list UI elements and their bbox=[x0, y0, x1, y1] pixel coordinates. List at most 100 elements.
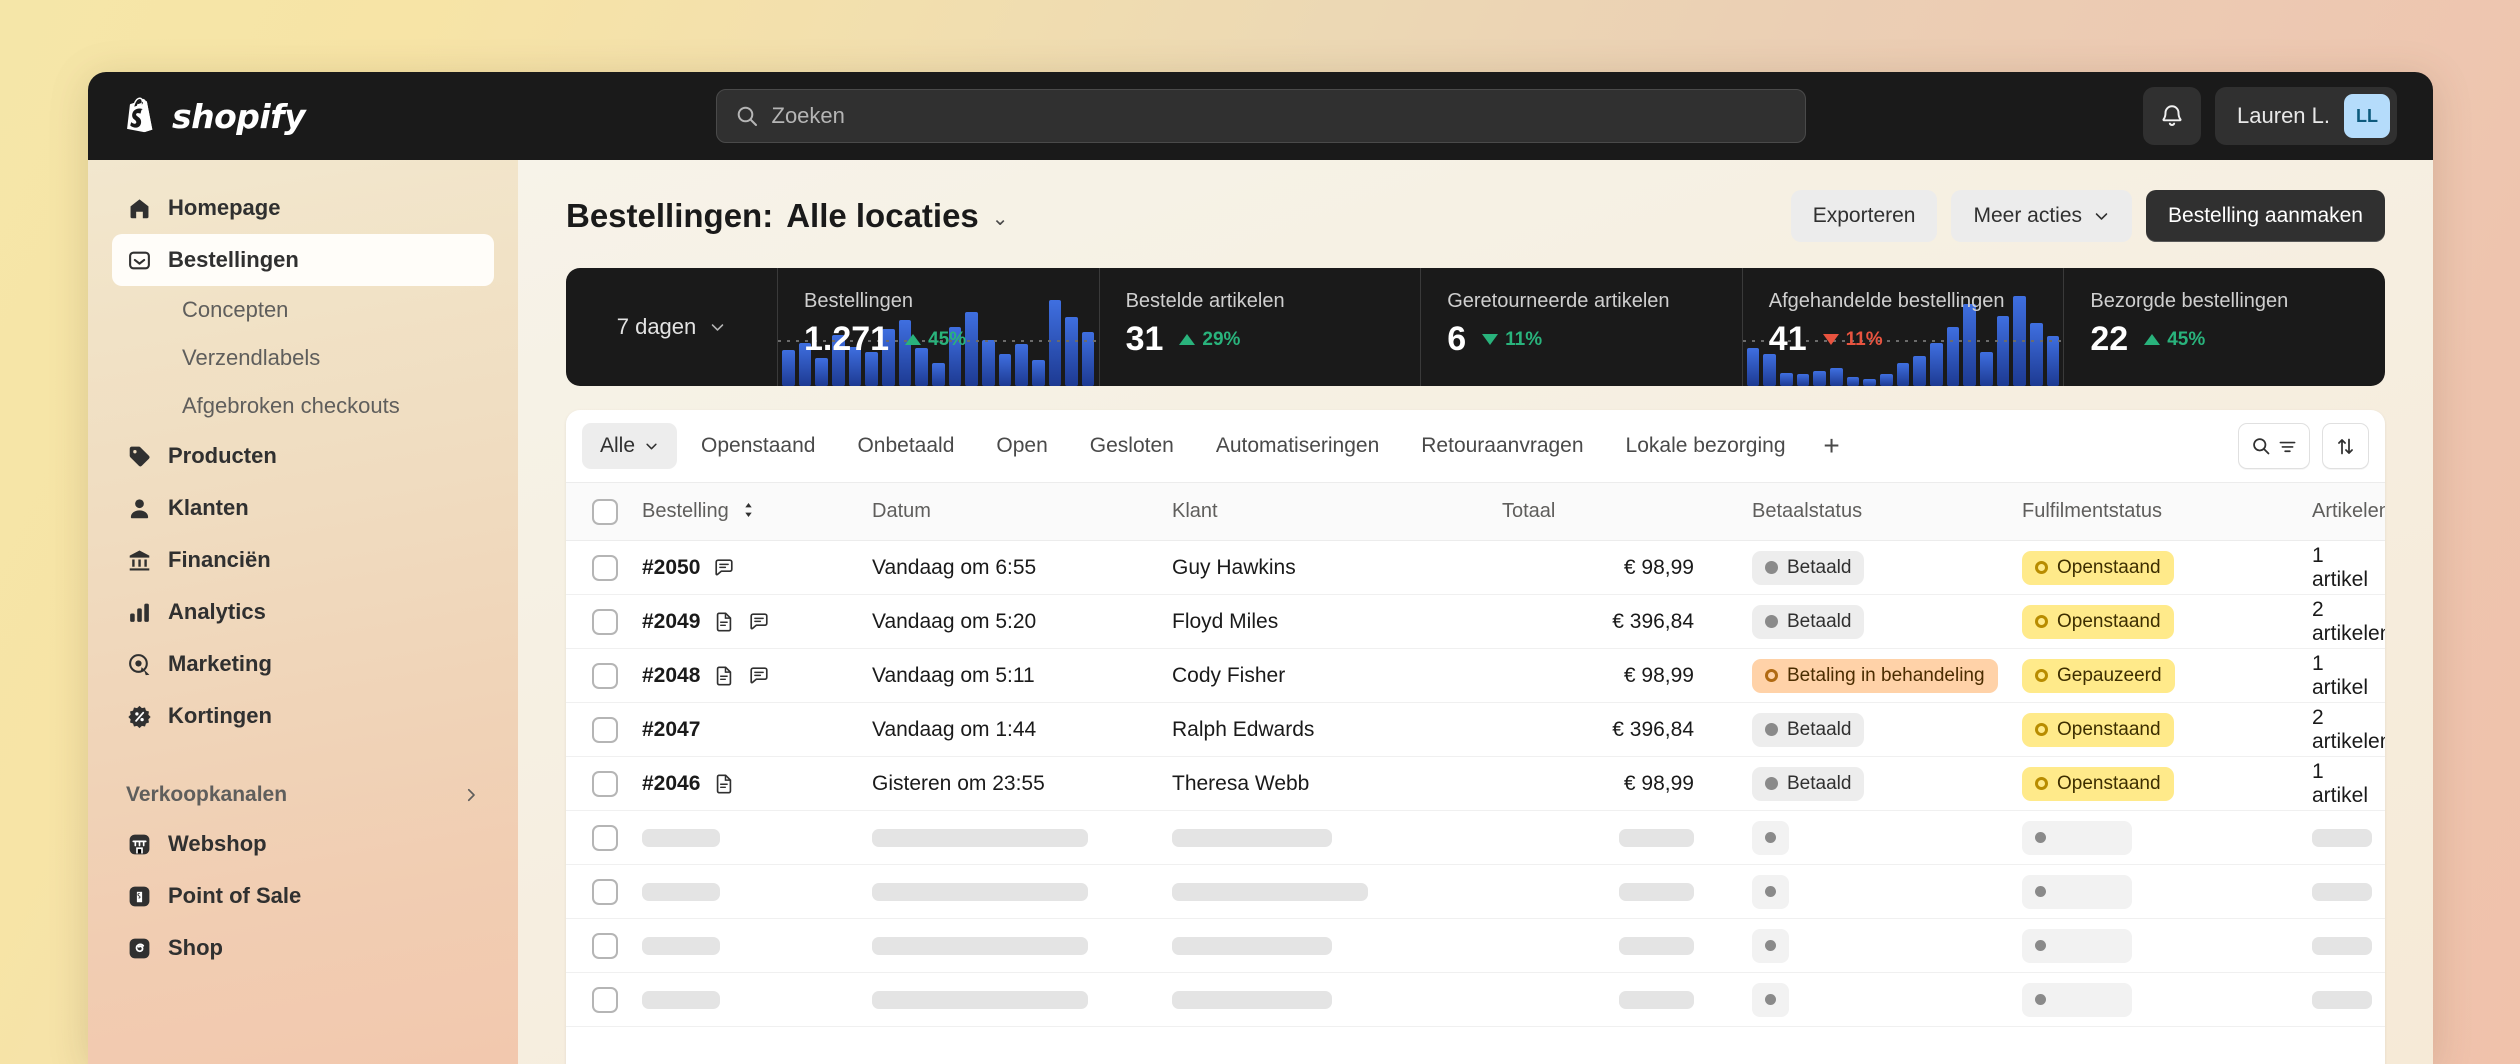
chevron-down-icon[interactable]: ⌄ bbox=[992, 206, 1009, 231]
column-header-klant[interactable]: Klant bbox=[1172, 482, 1502, 541]
items-count: 2 artikelen bbox=[2312, 702, 2385, 757]
metric-card-afgehandelde-bestellingen[interactable]: Afgehandelde bestellingen 41 11% bbox=[1742, 268, 2065, 386]
order-total: € 98,99 bbox=[1502, 540, 1752, 595]
order-date: Vandaag om 5:11 bbox=[872, 648, 1172, 703]
column-header-totaal[interactable]: Totaal bbox=[1502, 482, 1752, 541]
location-selector[interactable]: Alle locaties bbox=[786, 197, 979, 235]
skeleton-bar bbox=[1619, 990, 1694, 1009]
sidebar-item-producten[interactable]: Producten bbox=[112, 430, 494, 482]
more-actions-button[interactable]: Meer acties bbox=[1951, 190, 2133, 242]
metric-card-bestelde-artikelen[interactable]: Bestelde artikelen 31 29% bbox=[1100, 268, 1422, 386]
orders-card: Alle Openstaand Onbetaald Open Gesloten … bbox=[566, 410, 2385, 1064]
discount-icon bbox=[126, 703, 152, 729]
sidebar-item-kortingen[interactable]: Kortingen bbox=[112, 690, 494, 742]
sidebar-item-webshop[interactable]: Webshop bbox=[112, 818, 494, 870]
status-label: Betaling in behandeling bbox=[1787, 664, 1985, 686]
tab-automatiseringen[interactable]: Automatiseringen bbox=[1198, 423, 1397, 469]
table-row[interactable]: #2048 Vandaag om 5:11 Cody Fisher € 98,9… bbox=[566, 648, 2385, 703]
order-number[interactable]: #2049 bbox=[642, 610, 700, 634]
row-checkbox[interactable] bbox=[592, 554, 618, 581]
sidebar-subitem-afgebroken-checkouts[interactable]: Afgebroken checkouts bbox=[112, 382, 494, 430]
tab-retouraanvragen[interactable]: Retouraanvragen bbox=[1403, 423, 1601, 469]
sidebar-item-analytics[interactable]: Analytics bbox=[112, 586, 494, 638]
metric-card-bestellingen[interactable]: Bestellingen 1.271 45% bbox=[778, 268, 1100, 386]
status-dot-icon bbox=[2035, 886, 2046, 897]
metric-card-bezorgde-bestellingen[interactable]: Bezorgde bestellingen 22 45% bbox=[2064, 268, 2385, 386]
table-tools bbox=[2238, 423, 2369, 469]
date-range-label: 7 dagen bbox=[616, 314, 697, 339]
select-all-checkbox[interactable] bbox=[592, 498, 618, 525]
sidebar-item-homepage[interactable]: Homepage bbox=[112, 182, 494, 234]
row-select-cell bbox=[566, 540, 642, 595]
row-checkbox[interactable] bbox=[592, 878, 618, 905]
sidebar-subitem-concepten[interactable]: Concepten bbox=[112, 286, 494, 334]
order-number[interactable]: #2046 bbox=[642, 772, 700, 796]
row-select-cell bbox=[566, 702, 642, 757]
sidebar-item-financien[interactable]: Financiën bbox=[112, 534, 494, 586]
tab-open[interactable]: Open bbox=[978, 423, 1065, 469]
tab-alle[interactable]: Alle bbox=[582, 423, 678, 469]
order-cell: #2048 bbox=[642, 648, 872, 703]
skeleton-badge bbox=[1752, 928, 1789, 963]
sidebar-item-klanten[interactable]: Klanten bbox=[112, 482, 494, 534]
sidebar-subitem-verzendlabels[interactable]: Verzendlabels bbox=[112, 334, 494, 382]
order-date: Gisteren om 23:55 bbox=[872, 756, 1172, 811]
skeleton-badge bbox=[2022, 874, 2132, 909]
sidebar-item-bestellingen[interactable]: Bestellingen bbox=[112, 234, 494, 286]
tab-openstaand[interactable]: Openstaand bbox=[683, 423, 833, 469]
add-view-button[interactable]: + bbox=[1810, 424, 1854, 468]
column-header-artikelen[interactable]: Artikelen bbox=[2312, 482, 2385, 541]
order-number[interactable]: #2047 bbox=[642, 718, 700, 742]
status-label: Openstaand bbox=[2057, 772, 2161, 794]
items-count: 1 artikel bbox=[2312, 648, 2385, 703]
create-order-button[interactable]: Bestelling aanmaken bbox=[2146, 190, 2385, 242]
status-dot-icon bbox=[1765, 777, 1778, 790]
shopify-logo[interactable]: shopify bbox=[124, 97, 306, 136]
skeleton-bar bbox=[1172, 990, 1332, 1009]
export-button[interactable]: Exporteren bbox=[1790, 190, 1938, 242]
table-row[interactable]: #2050 Vandaag om 6:55 Guy Hawkins € 98,9… bbox=[566, 540, 2385, 595]
skeleton-bar bbox=[872, 936, 1088, 955]
notifications-button[interactable] bbox=[2143, 87, 2202, 145]
row-checkbox[interactable] bbox=[592, 932, 618, 959]
table-row[interactable]: #2049 Vandaag om 5:20 Floyd Miles € 396,… bbox=[566, 594, 2385, 649]
skeleton-bar bbox=[1172, 936, 1332, 955]
column-header-fulfilmentstatus[interactable]: Fulfilmentstatus bbox=[2022, 482, 2312, 541]
skeleton-badge bbox=[1752, 982, 1789, 1017]
sidebar-item-marketing[interactable]: Marketing bbox=[112, 638, 494, 690]
chat-icon bbox=[750, 666, 769, 683]
row-checkbox[interactable] bbox=[592, 662, 618, 689]
user-menu-button[interactable]: Lauren L. LL bbox=[2215, 87, 2397, 145]
row-checkbox[interactable] bbox=[592, 770, 618, 797]
order-number[interactable]: #2050 bbox=[642, 556, 700, 580]
tab-onbetaald[interactable]: Onbetaald bbox=[839, 423, 972, 469]
date-range-selector[interactable]: 7 dagen bbox=[566, 268, 778, 386]
customer-name: Guy Hawkins bbox=[1172, 540, 1502, 595]
column-header-bestelling[interactable]: Bestelling bbox=[642, 482, 872, 541]
sidebar-section-verkoopkanalen[interactable]: Verkoopkanalen bbox=[112, 772, 494, 818]
metric-delta: 29% bbox=[1179, 329, 1240, 351]
order-total: € 396,84 bbox=[1502, 594, 1752, 649]
sort-button[interactable] bbox=[2322, 423, 2369, 469]
column-header-betaalstatus[interactable]: Betaalstatus bbox=[1752, 482, 2022, 541]
search-input[interactable]: Zoeken bbox=[715, 89, 1806, 143]
table-row[interactable]: #2047 Vandaag om 1:44 Ralph Edwards € 39… bbox=[566, 702, 2385, 757]
column-header-datum[interactable]: Datum bbox=[872, 482, 1172, 541]
status-label: Openstaand bbox=[2057, 610, 2161, 632]
table-row[interactable]: #2046 Gisteren om 23:55 Theresa Webb € 9… bbox=[566, 756, 2385, 811]
order-number[interactable]: #2048 bbox=[642, 664, 700, 688]
tab-lokale-bezorging[interactable]: Lokale bezorging bbox=[1608, 423, 1804, 469]
sidebar-item-shop[interactable]: Shop bbox=[112, 922, 494, 974]
sidebar-item-point-of-sale[interactable]: Point of Sale bbox=[112, 870, 494, 922]
page-title-group: Bestellingen: Alle locaties ⌄ bbox=[566, 197, 1009, 235]
search-and-filter-button[interactable] bbox=[2238, 423, 2310, 469]
row-checkbox[interactable] bbox=[592, 608, 618, 635]
status-dot-icon bbox=[1765, 832, 1776, 843]
sidebar-section-label: Verkoopkanalen bbox=[126, 783, 288, 806]
metric-card-geretourneerde-artikelen[interactable]: Geretourneerde artikelen 6 11% bbox=[1421, 268, 1743, 386]
row-checkbox[interactable] bbox=[592, 716, 618, 743]
row-checkbox[interactable] bbox=[592, 824, 618, 851]
row-checkbox[interactable] bbox=[592, 986, 618, 1013]
tab-gesloten[interactable]: Gesloten bbox=[1072, 423, 1192, 469]
order-date: Vandaag om 5:20 bbox=[872, 594, 1172, 649]
